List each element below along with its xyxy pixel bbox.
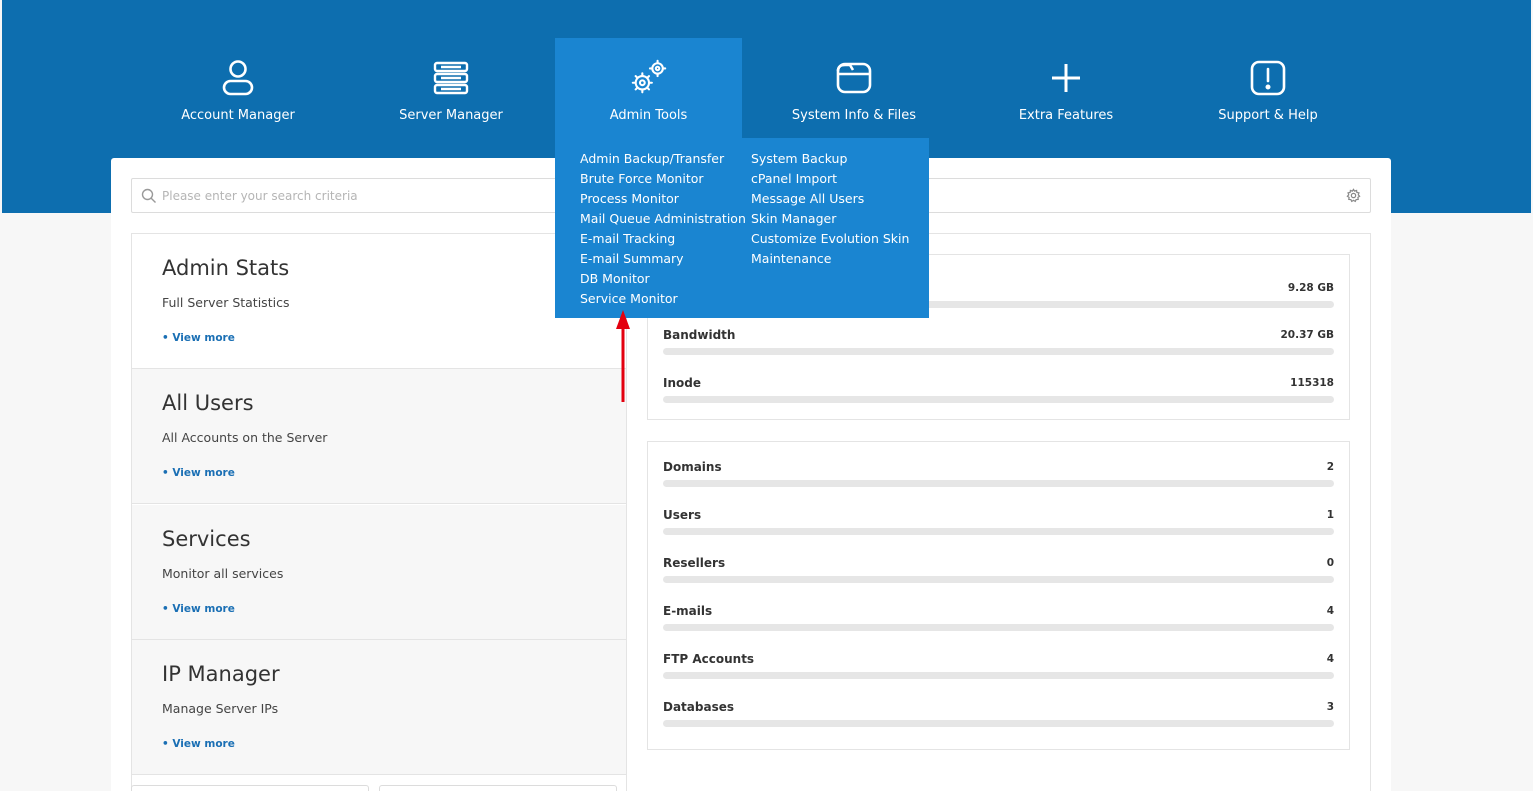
user-icon [218, 58, 258, 98]
stat-name: Domains [663, 460, 722, 474]
usage-bar [663, 720, 1334, 727]
menu-item-cpanel-import[interactable]: cPanel Import [751, 169, 909, 189]
stat-value: 0 [1326, 557, 1334, 569]
usage-bar [663, 480, 1334, 487]
menu-item-mail-queue-administration[interactable]: Mail Queue Administration [580, 209, 746, 229]
nav-label: Admin Tools [609, 108, 688, 123]
search-icon [141, 188, 157, 208]
section-admin-stats: Admin Stats Full Server Statistics • Vie… [132, 234, 626, 369]
usage-bar [663, 672, 1334, 679]
nav-support-help[interactable]: Support & Help [1203, 38, 1333, 138]
quick-links-panel: Admin Stats Full Server Statistics • Vie… [131, 233, 627, 791]
usage-bar [663, 348, 1334, 355]
section-description: All Accounts on the Server [162, 430, 328, 445]
section-all-users: All Users All Accounts on the Server • V… [132, 369, 626, 504]
menu-item-customize-evolution-skin[interactable]: Customize Evolution Skin [751, 229, 909, 249]
dropdown-column-left: Admin Backup/Transfer Brute Force Monito… [580, 149, 746, 309]
stat-value: 2 [1326, 461, 1334, 473]
menu-item-email-summary[interactable]: E-mail Summary [580, 249, 746, 269]
usage-bar [663, 576, 1334, 583]
menu-item-skin-manager[interactable]: Skin Manager [751, 209, 909, 229]
menu-item-system-backup[interactable]: System Backup [751, 149, 909, 169]
stat-value: 3 [1326, 701, 1334, 713]
nav-server-manager[interactable]: Server Manager [386, 38, 516, 138]
stat-name: FTP Accounts [663, 652, 755, 666]
admin-tools-dropdown: Admin Backup/Transfer Brute Force Monito… [555, 138, 929, 318]
alert-icon [1248, 58, 1288, 98]
menu-item-admin-backup-transfer[interactable]: Admin Backup/Transfer [580, 149, 746, 169]
plus-icon [1046, 58, 1086, 98]
stat-value: 115318 [1290, 377, 1334, 389]
usage-bar [663, 396, 1334, 403]
usage-bar [663, 624, 1334, 631]
stat-name: Bandwidth [663, 328, 736, 342]
section-services: Services Monitor all services • View mor… [132, 505, 626, 640]
nav-label: Server Manager [399, 108, 503, 123]
stat-value: 1 [1326, 509, 1334, 521]
nav-account-manager[interactable]: Account Manager [173, 38, 303, 138]
disk-usage-value: 9.28 GB [1287, 282, 1334, 294]
menu-item-db-monitor[interactable]: DB Monitor [580, 269, 746, 289]
view-more-link[interactable]: • View more [162, 603, 235, 615]
menu-item-email-tracking[interactable]: E-mail Tracking [580, 229, 746, 249]
stat-name: Inode [663, 376, 701, 390]
settings-gear-icon[interactable] [1346, 188, 1361, 207]
nav-label: System Info & Files [791, 108, 917, 123]
section-title: Services [162, 527, 251, 551]
server-icon [431, 58, 471, 98]
stat-value: 4 [1326, 653, 1334, 665]
stat-name: E-mails [663, 604, 713, 618]
section-ip-manager: IP Manager Manage Server IPs • View more [132, 640, 626, 775]
nav-admin-tools[interactable]: Admin Tools [555, 38, 742, 138]
nav-label: Support & Help [1218, 108, 1318, 123]
annotation-arrow-icon [616, 310, 630, 402]
dropdown-column-right: System Backup cPanel Import Message All … [751, 149, 909, 269]
view-more-link[interactable]: • View more [162, 467, 235, 479]
nav-system-info-files[interactable]: System Info & Files [789, 38, 919, 138]
menu-item-message-all-users[interactable]: Message All Users [751, 189, 909, 209]
section-title: Admin Stats [162, 256, 290, 280]
stat-value: 4 [1326, 605, 1334, 617]
view-more-link[interactable]: • View more [162, 332, 235, 344]
section-title: All Users [162, 391, 254, 415]
menu-item-process-monitor[interactable]: Process Monitor [580, 189, 746, 209]
bottom-tile[interactable] [131, 785, 369, 791]
menu-item-brute-force-monitor[interactable]: Brute Force Monitor [580, 169, 746, 189]
stat-name: Users [663, 508, 702, 522]
view-more-link[interactable]: • View more [162, 738, 235, 750]
menu-item-maintenance[interactable]: Maintenance [751, 249, 909, 269]
menu-item-service-monitor[interactable]: Service Monitor [580, 289, 746, 309]
section-description: Manage Server IPs [162, 701, 279, 716]
nav-label: Extra Features [1018, 108, 1114, 123]
usage-bar [663, 528, 1334, 535]
nav-label: Account Manager [181, 108, 295, 123]
section-description: Monitor all services [162, 566, 284, 581]
nav-extra-features[interactable]: Extra Features [1001, 38, 1131, 138]
stat-name: Databases [663, 700, 735, 714]
section-title: IP Manager [162, 662, 280, 686]
stat-value: 20.37 GB [1280, 329, 1335, 341]
section-description: Full Server Statistics [162, 295, 290, 310]
gears-icon [629, 58, 669, 98]
counts-box: Domains 2 Users 1 Resellers 0 E-mails 4 … [647, 441, 1350, 750]
folder-icon [834, 58, 874, 98]
stat-name: Resellers [663, 556, 726, 570]
bottom-tile[interactable] [379, 785, 617, 791]
